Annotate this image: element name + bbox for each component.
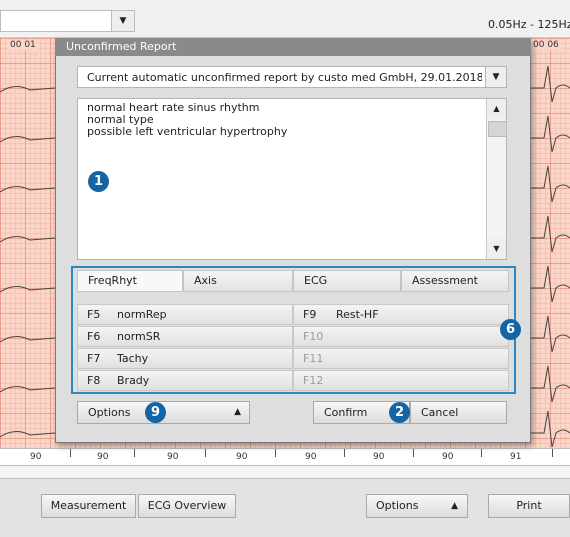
ecg-trace-left <box>0 136 56 143</box>
key-f5-button[interactable]: F5 normRep <box>77 304 293 325</box>
ecg-trace-right <box>531 315 570 353</box>
scroll-down-icon[interactable]: ▼ <box>487 239 506 259</box>
chevron-up-icon: ▲ <box>234 407 241 417</box>
tick-value: 90 <box>167 452 179 462</box>
tab-axis[interactable]: Axis <box>183 270 293 292</box>
tick-value: 90 <box>30 452 42 462</box>
ecg-time-label-right: 00 06 <box>531 40 561 50</box>
tick-value: 90 <box>236 452 248 462</box>
tab-assessment[interactable]: Assessment <box>401 270 509 292</box>
key-f7-button[interactable]: F7 Tachy <box>77 348 293 369</box>
ecg-trace-right <box>531 215 570 253</box>
report-line: possible left ventricular hypertrophy <box>87 125 288 138</box>
tick-value: 90 <box>442 452 454 462</box>
tab-ecg[interactable]: ECG <box>293 270 401 292</box>
ecg-trace-left <box>0 386 56 393</box>
callout-badge-9: 9 <box>145 402 166 423</box>
ecg-trace-left <box>0 86 56 93</box>
key-f6-button[interactable]: F6 normSR <box>77 326 293 347</box>
callout-badge-2: 2 <box>389 402 410 423</box>
scroll-up-icon[interactable]: ▲ <box>487 99 506 119</box>
footer-options-label: Options <box>376 499 419 512</box>
key-f11-button[interactable]: F11 <box>293 348 509 369</box>
ecg-trace-left <box>0 236 56 243</box>
report-scrollbar[interactable]: ▲ ▼ <box>486 99 507 259</box>
ecg-trace-right <box>531 365 570 403</box>
top-dropdown[interactable]: ▼ <box>0 10 135 32</box>
report-select-value: Current automatic unconfirmed report by … <box>87 71 482 84</box>
key-f8-button[interactable]: F8 Brady <box>77 370 293 391</box>
tick-value: 90 <box>97 452 109 462</box>
callout-badge-6: 6 <box>500 319 521 340</box>
key-f9-button[interactable]: F9 Rest-HF <box>293 304 509 325</box>
tick-value: 91 <box>510 452 522 462</box>
measurement-button[interactable]: Measurement <box>41 494 136 518</box>
chevron-up-icon: ▲ <box>451 501 458 511</box>
ecg-trace-right <box>531 410 570 448</box>
tick-value: 90 <box>305 452 317 462</box>
key-f10-button[interactable]: F10 <box>293 326 509 347</box>
chevron-down-icon[interactable]: ▼ <box>111 11 134 31</box>
footer-options-button[interactable]: Options ▲ <box>366 494 468 518</box>
callout-badge-1: 1 <box>88 171 109 192</box>
ecg-time-label-left: 00 01 <box>8 40 38 50</box>
ecg-trace-left <box>0 186 56 193</box>
ecg-trace-left <box>0 286 56 293</box>
ecg-trace-right <box>531 265 570 303</box>
tick-value: 90 <box>373 452 385 462</box>
report-select[interactable]: Current automatic unconfirmed report by … <box>77 66 507 88</box>
ecg-trace-left <box>0 336 56 343</box>
cancel-button[interactable]: Cancel <box>410 401 507 424</box>
options-label: Options <box>88 406 131 419</box>
ecg-trace-right <box>531 115 570 153</box>
ecg-trace-right <box>531 165 570 203</box>
chevron-down-icon[interactable]: ▼ <box>485 67 506 87</box>
key-f12-button[interactable]: F12 <box>293 370 509 391</box>
report-text-area[interactable]: normal heart rate sinus rhythm normal ty… <box>77 98 507 260</box>
ecg-trace-right <box>531 65 570 103</box>
scroll-thumb[interactable] <box>488 121 507 137</box>
print-button[interactable]: Print <box>488 494 570 518</box>
frequency-label: 0.05Hz - 125Hz <box>488 18 570 31</box>
ecg-trace-left <box>0 431 56 438</box>
dialog-title: Unconfirmed Report <box>55 38 531 56</box>
tab-freqrhyt[interactable]: FreqRhyt <box>77 270 183 292</box>
ecg-overview-button[interactable]: ECG Overview <box>138 494 236 518</box>
heart-rate-tick-row: 90 90 90 90 90 90 90 91 <box>0 448 570 466</box>
